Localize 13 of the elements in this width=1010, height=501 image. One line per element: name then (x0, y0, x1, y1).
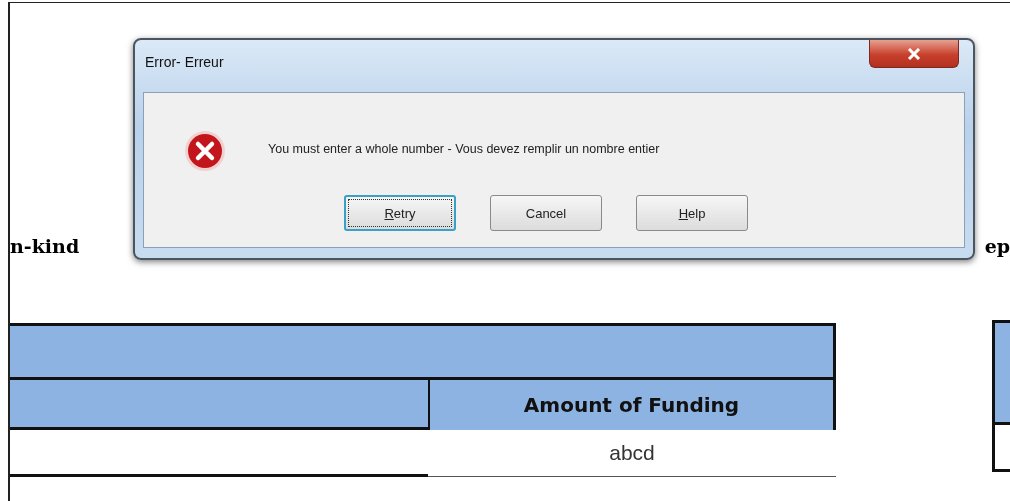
close-button[interactable] (869, 40, 959, 68)
error-icon (184, 130, 226, 172)
column-header: Amount of Funding (428, 380, 836, 430)
error-message: You must enter a whole number - Vous devez remplir un nombre entier (268, 142, 660, 156)
table-cell[interactable]: abcd (428, 430, 836, 477)
window-title: Error- Erreur (145, 54, 224, 70)
dialog-button[interactable]: Help (636, 195, 748, 231)
dialog-button[interactable]: Retry (344, 195, 456, 231)
heading-text: n-kind (10, 234, 80, 259)
close-icon (907, 47, 921, 60)
heading-text: ep (984, 234, 1010, 259)
dialog-button[interactable]: Cancel (490, 195, 602, 231)
table-cell (992, 425, 1010, 472)
